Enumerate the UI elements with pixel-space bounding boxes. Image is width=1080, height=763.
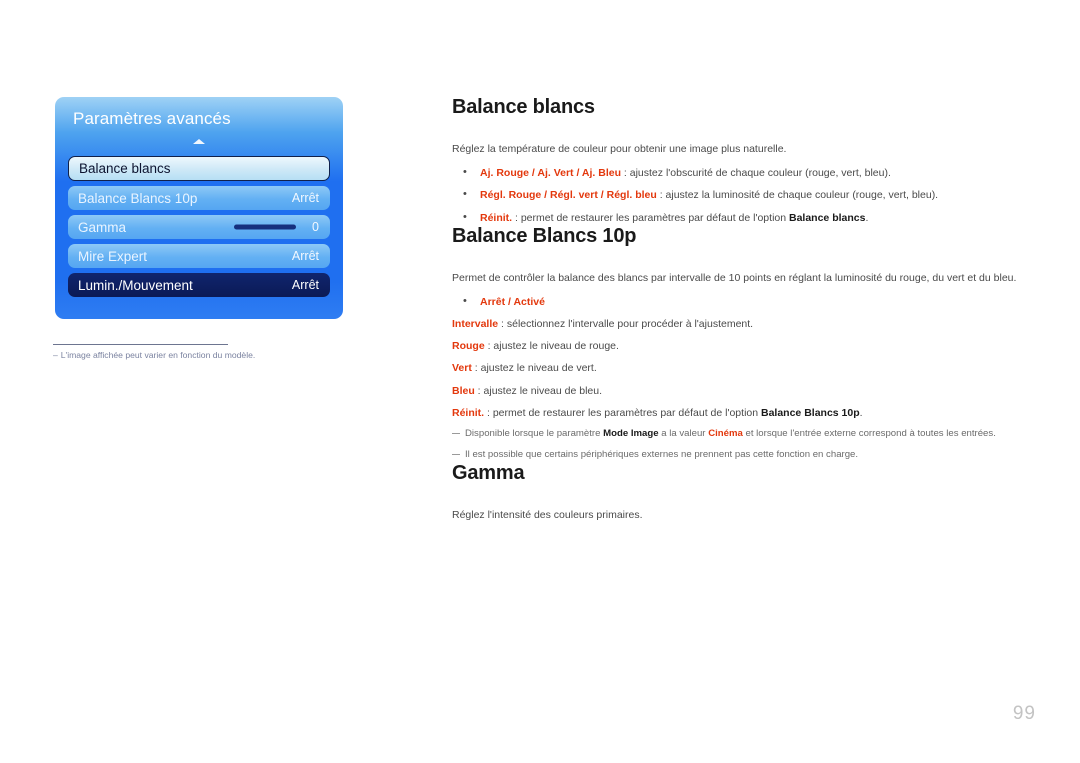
definition-text: : ajustez le niveau de bleu. bbox=[474, 384, 603, 397]
bullet-keyword: Arrêt / Activé bbox=[480, 295, 545, 308]
definition-line: Vert : ajustez le niveau de vert. bbox=[452, 361, 1032, 375]
osd-item-value: Arrêt bbox=[291, 278, 319, 292]
scroll-up-arrow-icon[interactable] bbox=[193, 139, 205, 144]
definition-text-end: . bbox=[859, 406, 863, 419]
definition-text: : ajustez le niveau de vert. bbox=[471, 362, 597, 375]
definition-keyword: Réinit. bbox=[452, 406, 485, 419]
definition-line: Intervalle : sélectionnez l'intervalle p… bbox=[452, 317, 1032, 331]
document-content: Balance blancs Réglez la température de … bbox=[452, 96, 1032, 522]
note-text: Il est possible que certains périphériqu… bbox=[465, 448, 859, 460]
osd-menu-panel: Paramètres avancés Balance blancs Balanc… bbox=[55, 97, 343, 319]
bullet-emphasis: Balance blancs bbox=[789, 211, 866, 224]
figure-note-text: L'image affichée peut varier en fonction… bbox=[60, 350, 256, 360]
definition-emphasis: Balance Blancs 10p bbox=[761, 406, 860, 419]
section-intro-gamma: Réglez l'intensité des couleurs primaire… bbox=[452, 508, 643, 521]
osd-item-label: Lumin./Mouvement bbox=[78, 277, 193, 293]
osd-menu-item-gamma[interactable]: Gamma 0 bbox=[68, 215, 330, 239]
definition-line-reset: Réinit. : permet de restaurer les paramè… bbox=[452, 406, 1032, 420]
figure-note-dash: – bbox=[53, 350, 58, 360]
note-text: Disponible lorsque le paramètre bbox=[465, 427, 604, 439]
definition-keyword: Rouge bbox=[452, 340, 485, 353]
definition-text: : sélectionnez l'intervalle pour procéde… bbox=[498, 318, 754, 331]
bullet-keyword: Réinit. bbox=[480, 211, 513, 224]
osd-panel-title: Paramètres avancés bbox=[73, 109, 231, 128]
osd-item-label: Balance Blancs 10p bbox=[78, 190, 198, 206]
definition-keyword: Vert bbox=[452, 362, 472, 375]
figure-note: – L'image affichée peut varier en fonctio… bbox=[53, 350, 353, 360]
bullet-item: Réinit. : permet de restaurer les paramè… bbox=[452, 210, 1032, 225]
note-text: a la valeur bbox=[658, 427, 709, 439]
bullet-keyword: Aj. Rouge / Aj. Vert / Aj. Bleu bbox=[480, 167, 621, 180]
osd-item-value: Arrêt bbox=[291, 249, 319, 263]
bullet-item-options: Arrêt / Activé bbox=[452, 294, 1032, 309]
osd-item-value: 0 bbox=[312, 220, 319, 234]
osd-item-label: Mire Expert bbox=[78, 248, 148, 264]
section-intro-balance-blancs-10p: Permet de contrôler la balance des blanc… bbox=[452, 271, 1017, 284]
osd-item-label: Gamma bbox=[78, 219, 127, 235]
osd-item-value: Arrêt bbox=[291, 191, 319, 205]
definition-line: Rouge : ajustez le niveau de rouge. bbox=[452, 339, 1032, 353]
bullet-text: : ajustez l'obscurité de chaque couleur … bbox=[621, 167, 891, 180]
definition-line: Bleu : ajustez le niveau de bleu. bbox=[452, 384, 1032, 398]
bullet-text-end: . bbox=[865, 211, 869, 224]
note-text-end: et lorsque l'entrée externe correspond à… bbox=[742, 427, 996, 439]
page-number: 99 bbox=[1012, 703, 1036, 724]
definition-text: : ajustez le niveau de rouge. bbox=[484, 340, 619, 353]
osd-menu-item-balance-blancs-10p[interactable]: Balance Blancs 10p Arrêt bbox=[68, 186, 330, 210]
figure-note-divider bbox=[53, 344, 228, 345]
section-title-balance-blancs-10p: Balance Blancs 10p bbox=[452, 224, 637, 247]
note-emphasis: Mode Image bbox=[603, 427, 659, 439]
gamma-slider[interactable] bbox=[234, 224, 296, 230]
section-title-balance-blancs: Balance blancs bbox=[452, 96, 595, 118]
note-item: Il est possible que certains périphériqu… bbox=[452, 449, 1032, 462]
bullet-keyword: Régl. Rouge / Régl. vert / Régl. bleu bbox=[480, 189, 657, 202]
section-title-gamma: Gamma bbox=[452, 461, 525, 484]
note-keyword: Cinéma bbox=[708, 427, 743, 439]
osd-menu-list: Balance blancs Balance Blancs 10p Arrêt … bbox=[68, 156, 330, 302]
bullet-item: Régl. Rouge / Régl. vert / Régl. bleu : … bbox=[452, 187, 1032, 202]
osd-menu-item-mire-expert[interactable]: Mire Expert Arrêt bbox=[68, 244, 330, 268]
definition-keyword: Bleu bbox=[452, 384, 475, 397]
definition-keyword: Intervalle bbox=[452, 318, 499, 331]
osd-menu-item-lumin-mouvement[interactable]: Lumin./Mouvement Arrêt bbox=[68, 273, 330, 297]
section-intro-balance-blancs: Réglez la température de couleur pour ob… bbox=[452, 143, 787, 155]
osd-menu-item-balance-blancs[interactable]: Balance blancs bbox=[68, 156, 330, 181]
bullet-text: : ajustez la luminosité de chaque couleu… bbox=[656, 189, 939, 202]
note-item: Disponible lorsque le paramètre Mode Ima… bbox=[452, 428, 1032, 441]
osd-item-label: Balance blancs bbox=[79, 161, 171, 176]
bullet-item: Aj. Rouge / Aj. Vert / Aj. Bleu : ajuste… bbox=[452, 165, 1032, 180]
definition-text: : permet de restaurer les paramètres par… bbox=[484, 406, 761, 419]
bullet-text: : permet de restaurer les paramètres par… bbox=[512, 211, 789, 224]
